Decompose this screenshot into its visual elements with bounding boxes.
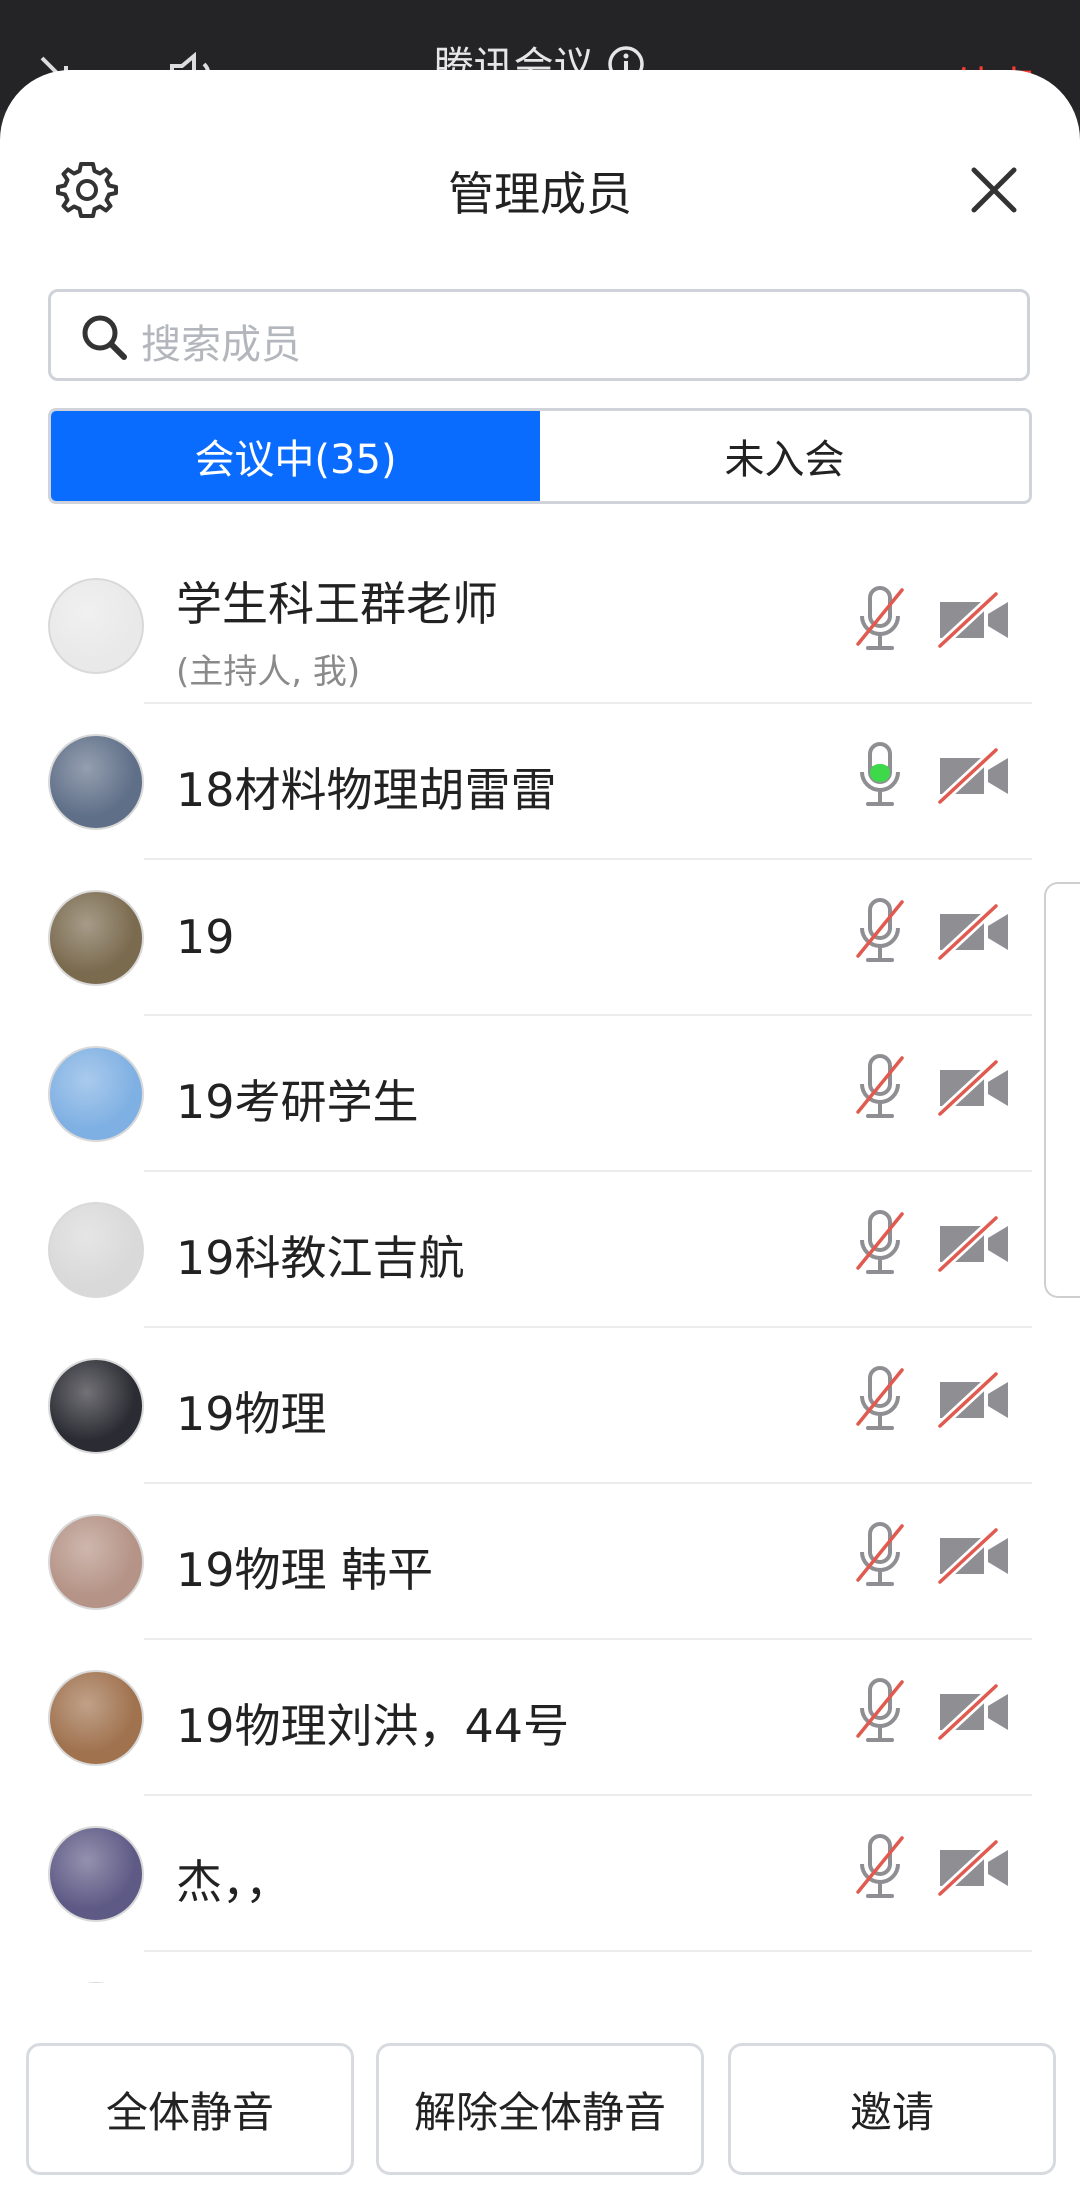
camera-off-icon[interactable] xyxy=(936,902,1010,962)
member-name: 19科教江吉航 xyxy=(176,1231,465,1285)
camera-off-icon[interactable] xyxy=(936,1838,1010,1898)
avatar xyxy=(48,1514,144,1610)
member-name: 19物理 xyxy=(176,1387,327,1441)
mic-muted-icon[interactable] xyxy=(856,1208,904,1280)
member-row[interactable] xyxy=(0,1952,1080,1983)
search-input[interactable]: 搜索成员 xyxy=(48,289,1030,381)
manage-members-sheet: 管理成员 搜索成员 会议中(35) 未入会 学生科王群老师 (主持人, 我) 18材… xyxy=(0,70,1080,2203)
mic-muted-icon[interactable] xyxy=(856,1364,904,1436)
mic-muted-icon[interactable] xyxy=(856,1052,904,1124)
member-list[interactable]: 学生科王群老师 (主持人, 我) 18材料物理胡雷雷 19 19考研学生 19科教江吉航 1… xyxy=(0,548,1080,1983)
member-row[interactable]: 19 xyxy=(0,860,1080,1016)
search-icon xyxy=(82,315,127,360)
mic-muted-icon[interactable] xyxy=(856,1520,904,1592)
avatar xyxy=(48,734,144,830)
mute-all-button[interactable]: 全体静音 xyxy=(26,2043,354,2175)
camera-off-icon[interactable] xyxy=(936,1058,1010,1118)
avatar xyxy=(48,1358,144,1454)
sheet-header: 管理成员 xyxy=(0,70,1080,230)
member-row[interactable]: 学生科王群老师 (主持人, 我) xyxy=(0,548,1080,704)
member-row[interactable]: 19考研学生 xyxy=(0,1016,1080,1172)
scrollbar-handle[interactable] xyxy=(1044,882,1080,1298)
avatar xyxy=(48,1826,144,1922)
member-name: 杰，， xyxy=(176,1855,291,1909)
bottom-action-bar: 全体静音 解除全体静音 邀请 xyxy=(0,1983,1080,2203)
page-title: 管理成员 xyxy=(448,167,632,221)
camera-off-icon[interactable] xyxy=(936,1526,1010,1586)
search-placeholder: 搜索成员 xyxy=(141,322,301,368)
camera-off-icon[interactable] xyxy=(936,746,1010,806)
tab-in-meeting[interactable]: 会议中(35) xyxy=(51,411,540,501)
member-row[interactable]: 19物理刘洪，44号 xyxy=(0,1640,1080,1796)
member-name: 19考研学生 xyxy=(176,1075,419,1129)
member-name: 19物理刘洪，44号 xyxy=(176,1699,570,1753)
avatar xyxy=(48,1202,144,1298)
member-name: 19 xyxy=(176,910,235,964)
invite-button[interactable]: 邀请 xyxy=(728,2043,1056,2175)
member-tabs: 会议中(35) 未入会 xyxy=(48,408,1032,504)
member-row[interactable]: 19物理 韩平 xyxy=(0,1484,1080,1640)
member-row[interactable]: 18材料物理胡雷雷 xyxy=(0,704,1080,860)
mic-muted-icon[interactable] xyxy=(856,896,904,968)
camera-off-icon[interactable] xyxy=(936,1682,1010,1742)
camera-off-icon[interactable] xyxy=(936,1214,1010,1274)
avatar xyxy=(48,1046,144,1142)
member-row[interactable]: 19科教江吉航 xyxy=(0,1172,1080,1328)
unmute-all-button[interactable]: 解除全体静音 xyxy=(376,2043,704,2175)
avatar xyxy=(48,890,144,986)
member-role: (主持人, 我) xyxy=(176,652,361,692)
member-row[interactable]: 19物理 xyxy=(0,1328,1080,1484)
mic-muted-icon[interactable] xyxy=(856,1676,904,1748)
member-name: 18材料物理胡雷雷 xyxy=(176,763,557,817)
member-name: 19物理 韩平 xyxy=(176,1543,434,1597)
avatar xyxy=(48,1670,144,1766)
camera-off-icon[interactable] xyxy=(936,1370,1010,1430)
mic-muted-icon[interactable] xyxy=(856,1832,904,1904)
mic-muted-icon[interactable] xyxy=(856,584,904,656)
avatar xyxy=(48,578,144,674)
member-row[interactable]: 杰，， xyxy=(0,1796,1080,1952)
tab-not-joined[interactable]: 未入会 xyxy=(540,411,1029,501)
camera-off-icon[interactable] xyxy=(936,590,1010,650)
member-name: 学生科王群老师 xyxy=(176,577,498,631)
mic-active-icon[interactable] xyxy=(856,740,904,812)
close-icon[interactable] xyxy=(966,162,1022,218)
